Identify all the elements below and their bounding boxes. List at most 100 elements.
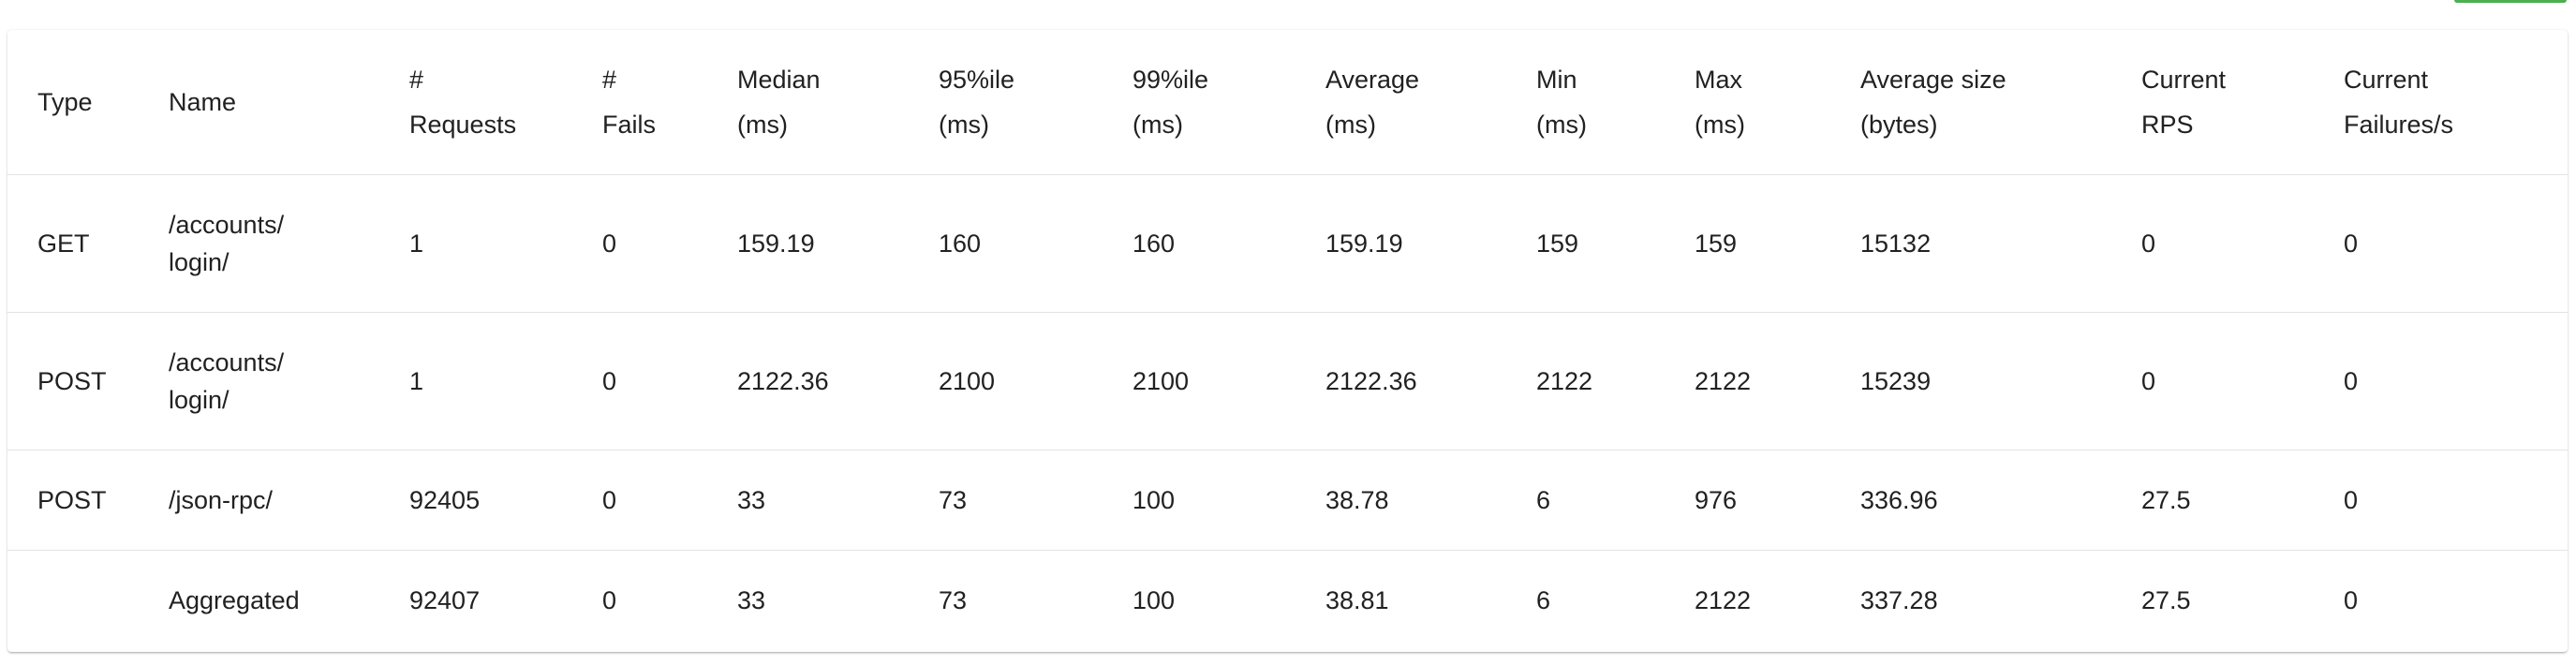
header-p99[interactable]: 99%ile (ms) (1103, 30, 1295, 175)
cell-name-line-1: Aggregated (169, 585, 300, 614)
cell-p95: 73 (909, 450, 1103, 551)
cell-name-line-2: login/ (169, 247, 229, 276)
cell-median: 33 (707, 450, 909, 551)
cell-name: /json-rpc/ (139, 450, 379, 551)
header-p95[interactable]: 95%ile (ms) (909, 30, 1103, 175)
cell-median: 33 (737, 585, 766, 614)
cell-max: 976 (1665, 450, 1830, 551)
cell-name-line-2: login/ (169, 385, 229, 414)
table-row-aggregated: Aggregated 92407 0 33 73 100 38.81 6 212… (7, 550, 2568, 650)
header-min-label-1: Min (1536, 65, 1577, 94)
header-fails[interactable]: # Fails (572, 30, 707, 175)
cell-fails: 0 (572, 312, 707, 451)
table-row: GET /accounts/login/ 1 0 159.19 160 160 … (7, 174, 2568, 313)
cell-requests: 1 (379, 174, 572, 313)
header-median[interactable]: Median (ms) (707, 30, 909, 175)
cell-current-rps: 27.5 (2141, 585, 2191, 614)
cell-name: Aggregated (139, 550, 379, 650)
header-max-label-1: Max (1695, 65, 1743, 94)
cell-current-failures: 0 (2314, 174, 2568, 313)
cell-median: 159.19 (707, 174, 909, 313)
cell-max: 2122 (1695, 585, 1752, 614)
cell-p99: 160 (1103, 174, 1295, 313)
cell-requests: 92407 (409, 585, 481, 614)
cell-avg-size: 337.28 (1860, 585, 1938, 614)
cell-name-line-1: /accounts/ (169, 347, 285, 377)
cell-avg-size: 15239 (1830, 312, 2111, 451)
top-action-button-edge[interactable] (2454, 0, 2567, 3)
header-average-label-1: Average (1325, 65, 1420, 94)
cell-max: 2122 (1665, 312, 1830, 451)
cell-type (7, 550, 139, 650)
header-current-failures[interactable]: Current Failures/s (2314, 30, 2568, 175)
cell-p95: 2100 (909, 312, 1103, 451)
header-p99-label-1: 99%ile (1133, 65, 1209, 94)
header-avg-size-label-2: (bytes) (1860, 110, 1938, 139)
cell-average: 159.19 (1295, 174, 1506, 313)
header-max-label-2: (ms) (1695, 110, 1745, 139)
header-current-rps-label-1: Current (2141, 65, 2227, 94)
cell-min: 6 (1506, 450, 1665, 551)
cell-max: 159 (1665, 174, 1830, 313)
header-current-failures-label-2: Failures/s (2344, 110, 2454, 139)
header-max[interactable]: Max (ms) (1665, 30, 1830, 175)
table-header-row: Type Name # Requests # Fails Median (ms) 95… (7, 30, 2568, 175)
header-fails-label-1: # (602, 65, 617, 94)
cell-p95: 160 (909, 174, 1103, 313)
cell-fails: 0 (572, 450, 707, 551)
cell-current-rps: 0 (2111, 174, 2314, 313)
table-row: POST /json-rpc/ 92405 0 33 73 100 38.78 … (7, 450, 2568, 551)
cell-type: POST (7, 450, 139, 551)
cell-median: 2122.36 (707, 312, 909, 451)
cell-fails: 0 (602, 585, 617, 614)
header-requests-label-1: # (409, 65, 424, 94)
header-avg-size[interactable]: Average size (bytes) (1830, 30, 2111, 175)
cell-current-failures: 0 (2314, 450, 2568, 551)
header-requests-label-2: Requests (409, 110, 517, 139)
header-avg-size-label-1: Average size (1860, 65, 2006, 94)
cell-avg-size: 336.96 (1830, 450, 2111, 551)
cell-average: 2122.36 (1295, 312, 1506, 451)
cell-type: POST (7, 312, 139, 451)
top-strip (0, 0, 2576, 28)
table-row: POST /accounts/login/ 1 0 2122.36 2100 2… (7, 312, 2568, 451)
header-name[interactable]: Name (139, 30, 379, 175)
header-current-rps[interactable]: Current RPS (2111, 30, 2314, 175)
cell-p99: 100 (1133, 585, 1176, 614)
cell-requests: 92405 (379, 450, 572, 551)
header-type[interactable]: Type (7, 30, 139, 175)
cell-p95: 73 (939, 585, 968, 614)
header-type-label: Type (37, 87, 93, 116)
cell-name-line-1: /json-rpc/ (169, 485, 274, 514)
header-median-label-1: Median (737, 65, 821, 94)
header-name-label: Name (169, 87, 237, 116)
cell-average: 38.81 (1325, 585, 1389, 614)
header-current-failures-label-1: Current (2344, 65, 2429, 94)
cell-current-failures: 0 (2344, 585, 2359, 614)
cell-type: GET (7, 174, 139, 313)
header-requests[interactable]: # Requests (379, 30, 572, 175)
header-current-rps-label-2: RPS (2141, 110, 2194, 139)
cell-min: 159 (1506, 174, 1665, 313)
cell-current-rps: 27.5 (2111, 450, 2314, 551)
cell-name: /accounts/login/ (139, 312, 379, 451)
cell-p99: 2100 (1103, 312, 1295, 451)
cell-current-failures: 0 (2314, 312, 2568, 451)
cell-average: 38.78 (1295, 450, 1506, 551)
header-fails-label-2: Fails (602, 110, 657, 139)
header-p95-label-2: (ms) (939, 110, 989, 139)
header-average-label-2: (ms) (1325, 110, 1376, 139)
cell-min: 6 (1536, 585, 1551, 614)
cell-requests: 1 (379, 312, 572, 451)
cell-min: 2122 (1506, 312, 1665, 451)
header-p99-label-2: (ms) (1133, 110, 1183, 139)
header-average[interactable]: Average (ms) (1295, 30, 1506, 175)
statistics-table: Type Name # Requests # Fails Median (ms) 95… (7, 30, 2568, 650)
cell-current-rps: 0 (2111, 312, 2314, 451)
header-min[interactable]: Min (ms) (1506, 30, 1665, 175)
cell-avg-size: 15132 (1830, 174, 2111, 313)
header-min-label-2: (ms) (1536, 110, 1587, 139)
cell-name-line-1: /accounts/ (169, 210, 285, 239)
statistics-table-card: Type Name # Requests # Fails Median (ms) 95… (7, 30, 2568, 652)
header-p95-label-1: 95%ile (939, 65, 1015, 94)
